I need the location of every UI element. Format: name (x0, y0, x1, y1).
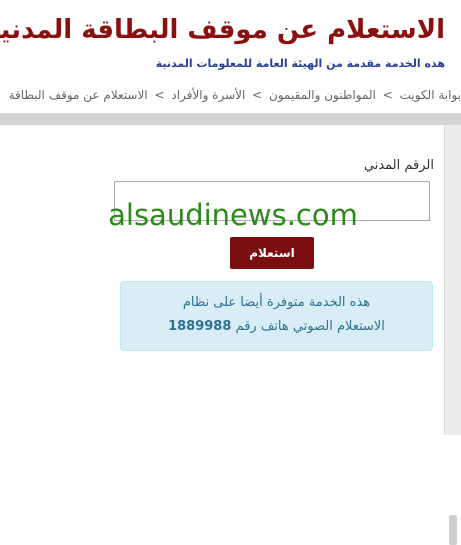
service-provider-note: هذه الخدمة مقدمة من الهيئة العامة للمعلو… (155, 57, 445, 70)
info-line-1: هذه الخدمة متوفرة أيضا على نظام (182, 295, 371, 310)
content-top-bar (0, 113, 461, 125)
info-line-2-text: الاستعلام الصوتي هاتف رقم (235, 319, 385, 334)
breadcrumb-separator: > (382, 88, 393, 102)
breadcrumb-item-current-page: الاستعلام عن موقف البطاقة (8, 88, 148, 102)
info-alert: هذه الخدمة متوفرة أيضا على نظام الاستعلا… (120, 281, 433, 351)
civil-id-label: الرقم المدني (363, 158, 434, 173)
breadcrumb: بوابة الكويت > المواطنون والمقيمون > الأ… (0, 86, 461, 104)
breadcrumb-separator: > (154, 88, 165, 102)
breadcrumb-item-citizens-residents[interactable]: المواطنون والمقيمون (269, 86, 376, 104)
page-scrollbar[interactable] (444, 125, 461, 545)
breadcrumb-item-kuwait-portal[interactable]: بوابة الكويت (400, 86, 461, 104)
inquiry-button[interactable]: استعلام (230, 237, 314, 269)
info-line-2: الاستعلام الصوتي هاتف رقم 1889988 (121, 315, 432, 339)
phone-number: 1889988 (168, 319, 232, 334)
civil-id-input[interactable] (114, 181, 430, 221)
page-title: الاستعلام عن موقف البطاقة المدنية (0, 15, 445, 45)
scrollbar-thumb[interactable] (449, 515, 457, 545)
breadcrumb-separator: > (252, 88, 263, 102)
breadcrumb-item-family-individuals[interactable]: الأسرة والأفراد (171, 86, 245, 104)
